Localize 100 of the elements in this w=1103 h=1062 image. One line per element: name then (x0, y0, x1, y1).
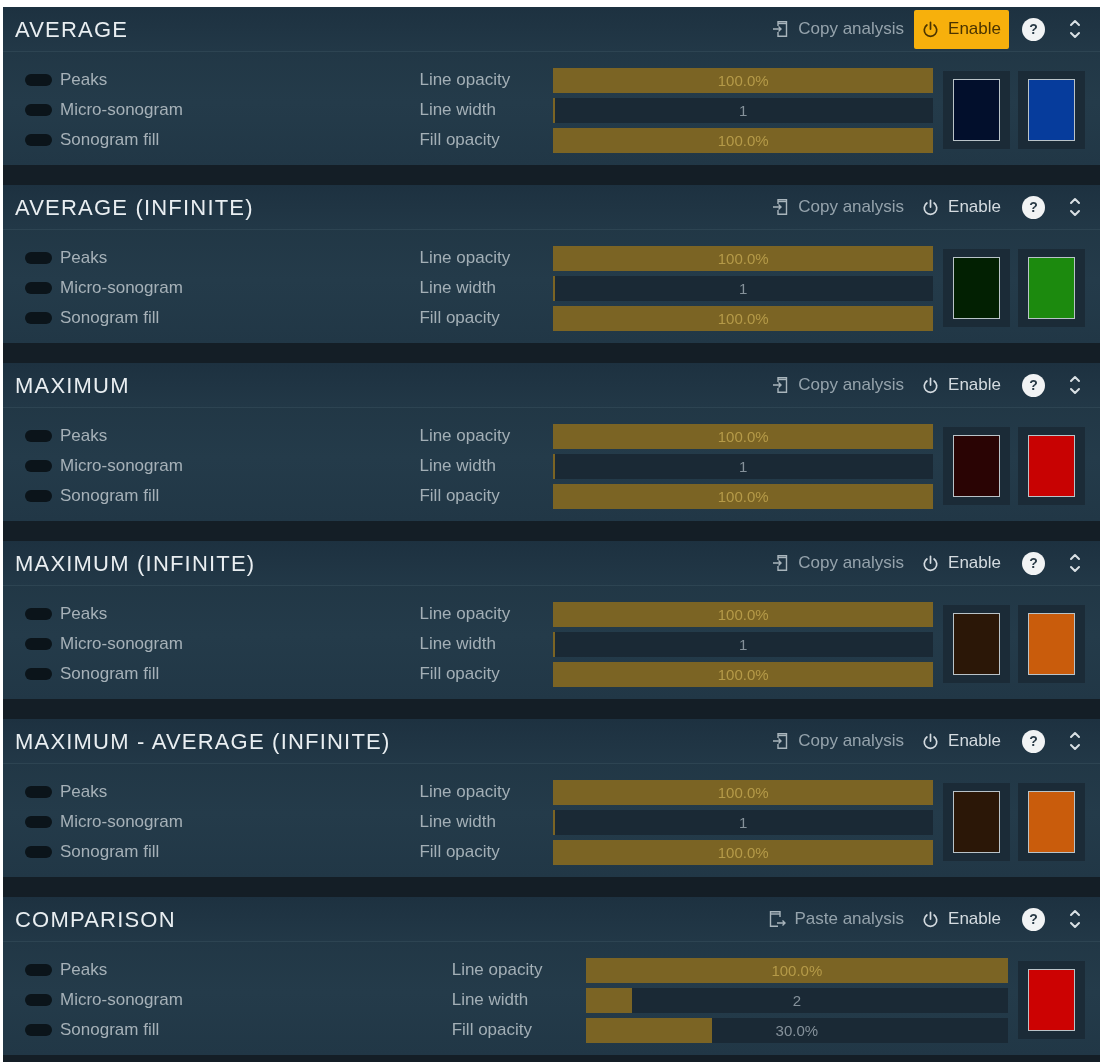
analysis-button[interactable]: Copy analysis (768, 546, 909, 580)
chevron-up-down-icon[interactable] (1069, 730, 1081, 752)
toggle-label: Sonogram fill (60, 129, 160, 152)
color-swatch[interactable] (953, 613, 1000, 675)
toggle-switch[interactable] (25, 252, 52, 264)
toggle-label: Sonogram fill (60, 841, 160, 864)
slider-value: 1 (739, 280, 748, 296)
slider-label: Fill opacity (418, 485, 501, 508)
slider-label: Line width (418, 277, 497, 300)
help-button[interactable]: ? (1022, 729, 1045, 753)
toggle-label: Micro-sonogram (60, 99, 183, 122)
power-icon (922, 198, 940, 216)
slider-label: Line opacity (418, 69, 512, 92)
slider-value: 1 (739, 458, 748, 474)
chevron-up-down-icon[interactable] (1069, 552, 1081, 574)
analysis-button[interactable]: Copy analysis (768, 12, 909, 46)
slider-value: 100.0% (717, 72, 769, 88)
slider-value: 100.0% (717, 606, 769, 622)
enable-button[interactable]: Enable (914, 721, 1009, 761)
section-title: AVERAGE (INFINITE) (15, 193, 254, 222)
enable-button[interactable]: Enable (914, 9, 1009, 49)
document-arrow-out-icon (768, 910, 787, 928)
toggle-switch[interactable] (25, 104, 52, 116)
analysis-button[interactable]: Copy analysis (768, 190, 909, 224)
toggle-switch[interactable] (25, 846, 52, 858)
slider-track[interactable]: 2 (585, 987, 1008, 1013)
help-button[interactable]: ? (1022, 195, 1045, 219)
toggle-switch[interactable] (25, 964, 52, 976)
slider-value: 30.0% (775, 1022, 819, 1038)
toggle-switch[interactable] (25, 638, 52, 650)
section-title: COMPARISON (15, 905, 176, 934)
slider-value: 1 (739, 636, 748, 652)
slider-value: 100.0% (717, 428, 769, 444)
color-swatch[interactable] (1028, 79, 1075, 141)
color-swatch[interactable] (1028, 257, 1075, 319)
toggle-label: Micro-sonogram (60, 277, 183, 300)
toggle-switch[interactable] (25, 460, 52, 472)
chevron-up-down-icon[interactable] (1069, 374, 1081, 396)
slider-track[interactable]: 1 (553, 453, 933, 479)
analysis-button[interactable]: Copy analysis (768, 724, 909, 758)
analysis-button[interactable]: Paste analysis (764, 902, 909, 936)
toggle-switch[interactable] (25, 312, 52, 324)
toggle-label: Peaks (60, 959, 108, 982)
section-title: MAXIMUM - AVERAGE (INFINITE) (15, 727, 391, 756)
toggle-switch[interactable] (25, 816, 52, 828)
enable-button[interactable]: Enable (914, 365, 1009, 405)
color-swatch[interactable] (953, 257, 1000, 319)
slider-track[interactable]: 1 (553, 631, 933, 657)
toggle-switch[interactable] (25, 786, 52, 798)
toggle-label: Sonogram fill (60, 1019, 160, 1042)
help-button[interactable]: ? (1022, 907, 1045, 931)
color-swatch[interactable] (1028, 969, 1075, 1031)
toggle-label: Micro-sonogram (60, 455, 183, 478)
chevron-up-down-icon[interactable] (1069, 908, 1081, 930)
toggle-switch[interactable] (25, 668, 52, 680)
power-icon (922, 554, 940, 572)
help-button[interactable]: ? (1022, 373, 1045, 397)
enable-button[interactable]: Enable (914, 543, 1009, 583)
toggle-switch[interactable] (25, 134, 52, 146)
slider-value: 100.0% (717, 250, 769, 266)
color-swatch[interactable] (953, 791, 1000, 853)
slider-label: Line opacity (418, 425, 512, 448)
color-swatch[interactable] (1028, 613, 1075, 675)
toggle-switch[interactable] (25, 994, 52, 1006)
power-icon (922, 376, 940, 394)
toggle-label: Micro-sonogram (60, 989, 183, 1012)
slider-track[interactable]: 1 (553, 275, 933, 301)
enable-button[interactable]: Enable (914, 187, 1009, 227)
toggle-label: Micro-sonogram (60, 811, 183, 834)
chevron-up-down-icon[interactable] (1069, 18, 1081, 40)
chevron-up-down-icon[interactable] (1069, 196, 1081, 218)
slider-value: 100.0% (771, 962, 823, 978)
color-swatch[interactable] (1028, 435, 1075, 497)
toggle-switch[interactable] (25, 74, 52, 86)
toggle-switch[interactable] (25, 608, 52, 620)
slider-value: 100.0% (717, 488, 769, 504)
toggle-label: Peaks (60, 69, 108, 92)
toggle-label: Sonogram fill (60, 307, 160, 330)
toggle-switch[interactable] (25, 430, 52, 442)
slider-label: Line width (450, 989, 530, 1012)
color-swatch[interactable] (953, 435, 1000, 497)
color-swatch[interactable] (953, 79, 1000, 141)
toggle-label: Sonogram fill (60, 485, 160, 508)
enable-button[interactable]: Enable (914, 899, 1009, 939)
analysis-button[interactable]: Copy analysis (768, 368, 909, 402)
slider-label: Line opacity (418, 781, 512, 804)
slider-value: 100.0% (717, 844, 769, 860)
help-button[interactable]: ? (1022, 17, 1045, 41)
section-title: MAXIMUM (INFINITE) (15, 549, 256, 578)
slider-label: Fill opacity (418, 663, 501, 686)
toggle-switch[interactable] (25, 1024, 52, 1036)
slider-track[interactable]: 30.0% (585, 1017, 1008, 1043)
help-button[interactable]: ? (1022, 551, 1045, 575)
slider-track[interactable]: 1 (553, 809, 933, 835)
toggle-switch[interactable] (25, 282, 52, 294)
toggle-switch[interactable] (25, 490, 52, 502)
slider-label: Fill opacity (418, 307, 501, 330)
color-swatch[interactable] (1028, 791, 1075, 853)
slider-track[interactable]: 1 (553, 97, 933, 123)
slider-label: Line width (418, 99, 497, 122)
